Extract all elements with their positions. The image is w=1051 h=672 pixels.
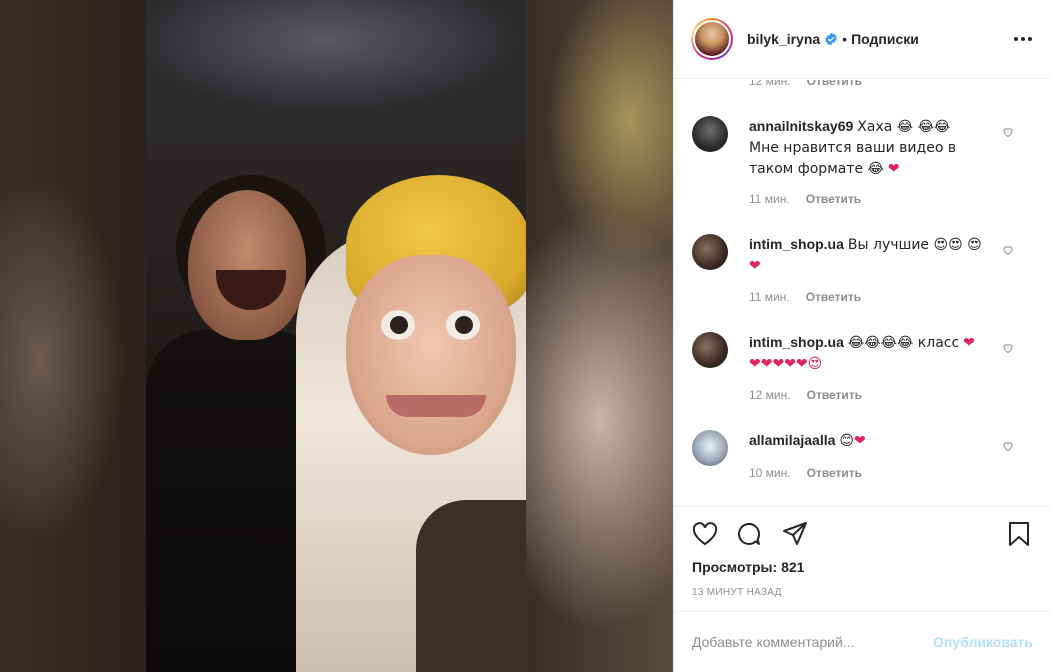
header-separator: • [842, 31, 848, 47]
comment-time: 12 мин. [749, 80, 791, 88]
publish-button[interactable]: Опубликовать [933, 634, 1033, 650]
comment-meta-partial: 12 мин. Ответить [749, 80, 862, 88]
commenter-username[interactable]: intim_shop.ua [749, 334, 844, 350]
view-count[interactable]: Просмотры: 821 [692, 559, 804, 575]
post-actions: Просмотры: 821 13 минут назад [674, 506, 1051, 598]
reply-link[interactable]: Ответить [807, 80, 862, 88]
comment-meta: 11 мин. Ответить [749, 290, 861, 304]
comment-meta: 12 мин. Ответить [749, 388, 862, 402]
comment-time: 11 мин. [749, 290, 790, 304]
video-person-right-mouth [386, 395, 486, 417]
comments-list[interactable]: 12 мин. Ответить annailnitskay69 Хаха 😂 😂😂… [674, 80, 1051, 506]
comment-emoji-tail: ❤ [854, 433, 866, 449]
reply-link[interactable]: Ответить [806, 290, 861, 304]
reply-link[interactable]: Ответить [806, 192, 861, 206]
more-options-button[interactable] [1011, 27, 1035, 51]
video-person-left-face [188, 190, 306, 340]
commenter-username[interactable]: allamilajaalla [749, 432, 835, 448]
reply-link[interactable]: Ответить [807, 466, 862, 480]
comment-text: annailnitskay69 Хаха 😂 😂😂 Мне нравится ва… [749, 116, 984, 179]
commenter-avatar[interactable] [692, 332, 728, 368]
commenter-avatar[interactable] [692, 430, 728, 466]
following-button[interactable]: Подписки [851, 31, 919, 47]
comment-meta: 11 мин. Ответить [749, 192, 861, 206]
post-modal: bilyk_iryna • Подписки 12 мин. Ответить [0, 0, 1051, 672]
author-avatar[interactable] [691, 18, 733, 60]
video-frame[interactable] [146, 0, 526, 672]
comment-time: 11 мин. [749, 192, 790, 206]
commenter-avatar[interactable] [692, 116, 728, 152]
comment-input[interactable] [692, 634, 934, 650]
action-icons [690, 519, 1035, 549]
like-button[interactable] [690, 519, 720, 549]
comment-composer: Опубликовать [674, 611, 1051, 672]
comment-item: annailnitskay69 Хаха 😂 😂😂 Мне нравится ва… [692, 116, 1032, 206]
comment-text: allamilajaalla 😊❤ [749, 430, 984, 451]
commenter-username[interactable]: intim_shop.ua [749, 236, 844, 252]
comment-like-icon[interactable] [1002, 440, 1014, 452]
comment-content: Вы лучшие 😍😍 😍 [847, 237, 982, 253]
reply-link[interactable]: Ответить [807, 388, 862, 402]
video-person-right-face [346, 255, 516, 455]
commenter-username[interactable]: annailnitskay69 [749, 118, 853, 134]
views-number: 821 [781, 559, 805, 575]
post-sidebar: bilyk_iryna • Подписки 12 мин. Ответить [673, 0, 1051, 672]
video-eye-left [381, 310, 415, 340]
comment-time: 12 мин. [749, 388, 791, 402]
video-eye-right [446, 310, 480, 340]
comment-content: 😂😂😂😂 класс [847, 335, 960, 351]
comment-meta: 10 мин. Ответить [749, 466, 862, 480]
like-icon [692, 522, 718, 546]
save-button[interactable] [1004, 519, 1034, 549]
comment-emoji-tail: ❤ [887, 161, 900, 177]
share-button[interactable] [780, 519, 810, 549]
author-username[interactable]: bilyk_iryna [747, 31, 820, 47]
views-label: Просмотры: [692, 559, 778, 575]
comment-like-icon[interactable] [1002, 342, 1014, 354]
comment-item: allamilajaalla 😊❤ 10 мин. Ответить [692, 430, 1032, 490]
share-icon [783, 522, 807, 545]
save-icon [1009, 522, 1029, 546]
verified-icon [825, 32, 837, 46]
comment-like-icon[interactable] [1002, 126, 1014, 138]
author-avatar-image [693, 20, 731, 58]
comment-text: intim_shop.ua Вы лучшие 😍😍 😍 ❤ [749, 234, 984, 276]
post-timestamp[interactable]: 13 минут назад [692, 587, 782, 598]
comment-emoji-tail: ❤ [749, 258, 761, 274]
comment-button[interactable] [734, 519, 764, 549]
more-icon [1014, 37, 1032, 41]
video-coat [416, 500, 526, 672]
comment-like-icon[interactable] [1002, 244, 1014, 256]
comment-item: intim_shop.ua 😂😂😂😂 класс ❤❤❤❤❤❤😍 12 мин. О… [692, 332, 1032, 412]
post-header: bilyk_iryna • Подписки [674, 0, 1051, 79]
comment-icon [738, 522, 760, 545]
commenter-avatar[interactable] [692, 234, 728, 270]
comment-text: intim_shop.ua 😂😂😂😂 класс ❤❤❤❤❤❤😍 [749, 332, 984, 374]
comment-content: 😊 [839, 433, 855, 449]
comment-item: intim_shop.ua Вы лучшие 😍😍 😍 ❤ 11 мин. Отве… [692, 234, 1032, 314]
comment-time: 10 мин. [749, 466, 791, 480]
car-ceiling [146, 0, 526, 140]
post-media[interactable] [0, 0, 673, 672]
